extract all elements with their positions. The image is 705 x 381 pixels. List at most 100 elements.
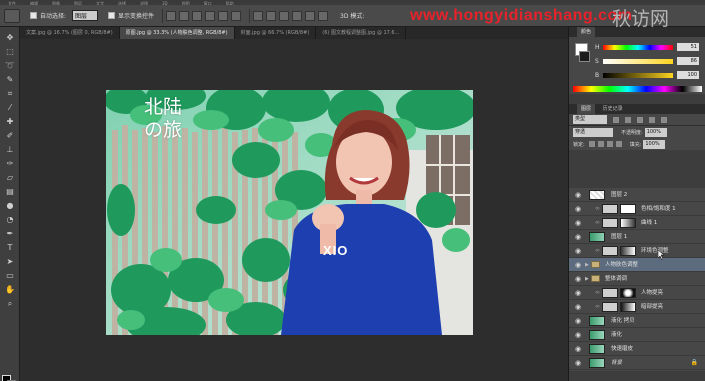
visibility-eye-icon[interactable]: ◉ xyxy=(575,289,583,297)
hand-tool-icon[interactable]: ✋ xyxy=(4,285,16,295)
tab-history[interactable]: 历史记录 xyxy=(603,106,623,112)
saturation-track[interactable] xyxy=(603,59,673,64)
saturation-slider[interactable]: S 86 xyxy=(595,57,703,66)
pen-tool-icon[interactable]: ✒ xyxy=(4,229,16,239)
layer-row[interactable]: ◉ 图层 2 xyxy=(569,188,705,202)
layer-row[interactable]: ◉ ▶ 整体调调 xyxy=(569,272,705,286)
tab-wenan[interactable]: 文案.jpg @ 16.7% (图层 0, RGB/8#) xyxy=(20,27,120,39)
layer-row[interactable]: ◉ ∞ 色相/饱和度 1 xyxy=(569,202,705,216)
filter-adjustment-icon[interactable] xyxy=(625,116,631,123)
distribute-middle-icon[interactable] xyxy=(266,10,277,21)
visibility-eye-icon[interactable]: ◉ xyxy=(575,331,583,339)
distribute-top-icon[interactable] xyxy=(253,10,264,21)
layer-mask-thumbnail[interactable] xyxy=(620,302,636,312)
visibility-eye-icon[interactable]: ◉ xyxy=(575,303,583,311)
healing-brush-tool-icon[interactable]: ✚ xyxy=(4,117,16,127)
hue-value[interactable]: 51 xyxy=(677,43,699,51)
align-middle-icon[interactable] xyxy=(179,10,190,21)
layer-row[interactable]: ◉ 液化 拷贝 xyxy=(569,314,705,328)
quick-select-tool-icon[interactable]: ✎ xyxy=(4,75,16,85)
brightness-track[interactable] xyxy=(603,73,673,78)
type-tool-icon[interactable]: T xyxy=(4,243,16,253)
path-select-tool-icon[interactable]: ➤ xyxy=(4,257,16,267)
lasso-tool-icon[interactable]: ➰ xyxy=(4,61,16,71)
align-bottom-icon[interactable] xyxy=(192,10,203,21)
visibility-eye-icon[interactable]: ◉ xyxy=(575,317,583,325)
lock-transparent-icon[interactable] xyxy=(588,141,595,147)
visibility-eye-icon[interactable]: ◉ xyxy=(575,191,583,199)
layer-row[interactable]: ◉ ∞ 环境色调整 xyxy=(569,244,705,258)
tab-fengmian[interactable]: 封面.jpg @ 66.7% (RGB/8#) xyxy=(235,27,317,39)
tab-yuantu[interactable]: 原图.jpg @ 33.3% (人物肤色调整, RGB/8#) xyxy=(119,27,235,39)
layer-mask-thumbnail[interactable] xyxy=(620,218,636,228)
layer-row[interactable]: ◉ 快速磨皮 xyxy=(569,342,705,356)
opacity-input[interactable]: 100% xyxy=(644,127,667,137)
shape-tool-icon[interactable]: ▭ xyxy=(4,271,16,281)
visibility-eye-icon[interactable]: ◉ xyxy=(575,233,583,241)
photo-canvas[interactable]: 北陆の旅 XIO xyxy=(106,90,473,335)
filter-shape-icon[interactable] xyxy=(649,116,655,123)
tab-layers[interactable]: 图层 xyxy=(577,104,596,114)
distribute-center-icon[interactable] xyxy=(305,10,316,21)
lock-position-icon[interactable] xyxy=(606,141,613,147)
layer-row[interactable]: ◉ 图层 1 xyxy=(569,230,705,244)
gradient-tool-icon[interactable]: ▤ xyxy=(4,187,16,197)
layer-mask-thumbnail[interactable] xyxy=(620,246,636,256)
layer-row[interactable]: ◉ 背景 🔒 xyxy=(569,356,705,370)
layer-row[interactable]: ◉ ∞ 曲线 1 xyxy=(569,216,705,230)
dodge-tool-icon[interactable]: ◔ xyxy=(4,215,16,225)
layer-row[interactable]: ◉ 液化 xyxy=(569,328,705,342)
auto-select-checkbox[interactable] xyxy=(30,12,37,19)
fill-input[interactable]: 100% xyxy=(643,139,666,149)
show-transform-checkbox[interactable] xyxy=(108,12,116,19)
blend-mode-dropdown[interactable]: 穿透 xyxy=(573,127,613,137)
visibility-eye-icon[interactable]: ◉ xyxy=(575,345,583,353)
zoom-tool-icon[interactable]: ⌕ xyxy=(4,299,16,309)
filter-pixel-icon[interactable] xyxy=(613,116,619,123)
brush-tool-icon[interactable]: ✐ xyxy=(4,131,16,141)
saturation-value[interactable]: 86 xyxy=(677,57,699,65)
layer-mask-thumbnail[interactable] xyxy=(620,288,636,298)
lock-pixels-icon[interactable] xyxy=(597,141,604,147)
visibility-eye-icon[interactable]: ◉ xyxy=(575,359,583,367)
move-tool-icon[interactable]: ✥ xyxy=(4,33,16,43)
align-left-icon[interactable] xyxy=(205,10,216,21)
layer-filter-dropdown[interactable]: 类型 xyxy=(573,115,607,124)
visibility-eye-icon[interactable]: ◉ xyxy=(575,275,583,283)
visibility-eye-icon[interactable]: ◉ xyxy=(575,205,583,213)
marquee-tool-icon[interactable]: ⬚ xyxy=(4,47,16,57)
distribute-right-icon[interactable] xyxy=(318,10,329,21)
align-right-icon[interactable] xyxy=(231,10,242,21)
filter-smart-icon[interactable] xyxy=(661,116,667,123)
blur-tool-icon[interactable]: ● xyxy=(4,201,16,211)
color-ramp[interactable] xyxy=(573,86,702,92)
history-brush-tool-icon[interactable]: ✑ xyxy=(4,159,16,169)
align-top-icon[interactable] xyxy=(166,10,177,21)
layer-mask-thumbnail[interactable] xyxy=(620,204,636,214)
auto-select-dropdown[interactable]: 图层 xyxy=(72,10,99,21)
filter-type-icon[interactable] xyxy=(637,116,643,123)
align-center-icon[interactable] xyxy=(218,10,229,21)
color-panel-tab[interactable]: 颜色 xyxy=(577,27,596,37)
visibility-eye-icon[interactable]: ◉ xyxy=(575,219,583,227)
distribute-bottom-icon[interactable] xyxy=(279,10,290,21)
move-tool-icon[interactable] xyxy=(4,8,20,23)
layer-row[interactable]: ◉ ∞ 人物提亮 xyxy=(569,286,705,300)
layer-row[interactable]: ◉ ∞ 暗部提亮 xyxy=(569,300,705,314)
eraser-tool-icon[interactable]: ▱ xyxy=(4,173,16,183)
group-expand-icon[interactable]: ▶ xyxy=(585,272,589,286)
brightness-slider[interactable]: B 100 xyxy=(595,71,703,80)
lock-all-icon[interactable] xyxy=(615,141,622,147)
hue-slider[interactable]: H 51 xyxy=(595,43,703,52)
distribute-left-icon[interactable] xyxy=(292,10,303,21)
group-expand-icon[interactable]: ▶ xyxy=(585,258,589,272)
canvas-area[interactable]: 北陆の旅 XIO xyxy=(20,39,568,381)
tab-tutorial[interactable]: (6) 图文教程调整图.jpg @ 17.6... xyxy=(316,27,407,39)
visibility-eye-icon[interactable]: ◉ xyxy=(575,247,583,255)
brightness-value[interactable]: 100 xyxy=(677,71,699,79)
background-swatch[interactable] xyxy=(579,51,590,62)
hue-track[interactable] xyxy=(603,45,673,50)
clone-stamp-tool-icon[interactable]: ⊥ xyxy=(4,145,16,155)
crop-tool-icon[interactable]: ⌗ xyxy=(4,89,16,99)
eyedropper-tool-icon[interactable]: ⁄ xyxy=(4,103,16,113)
